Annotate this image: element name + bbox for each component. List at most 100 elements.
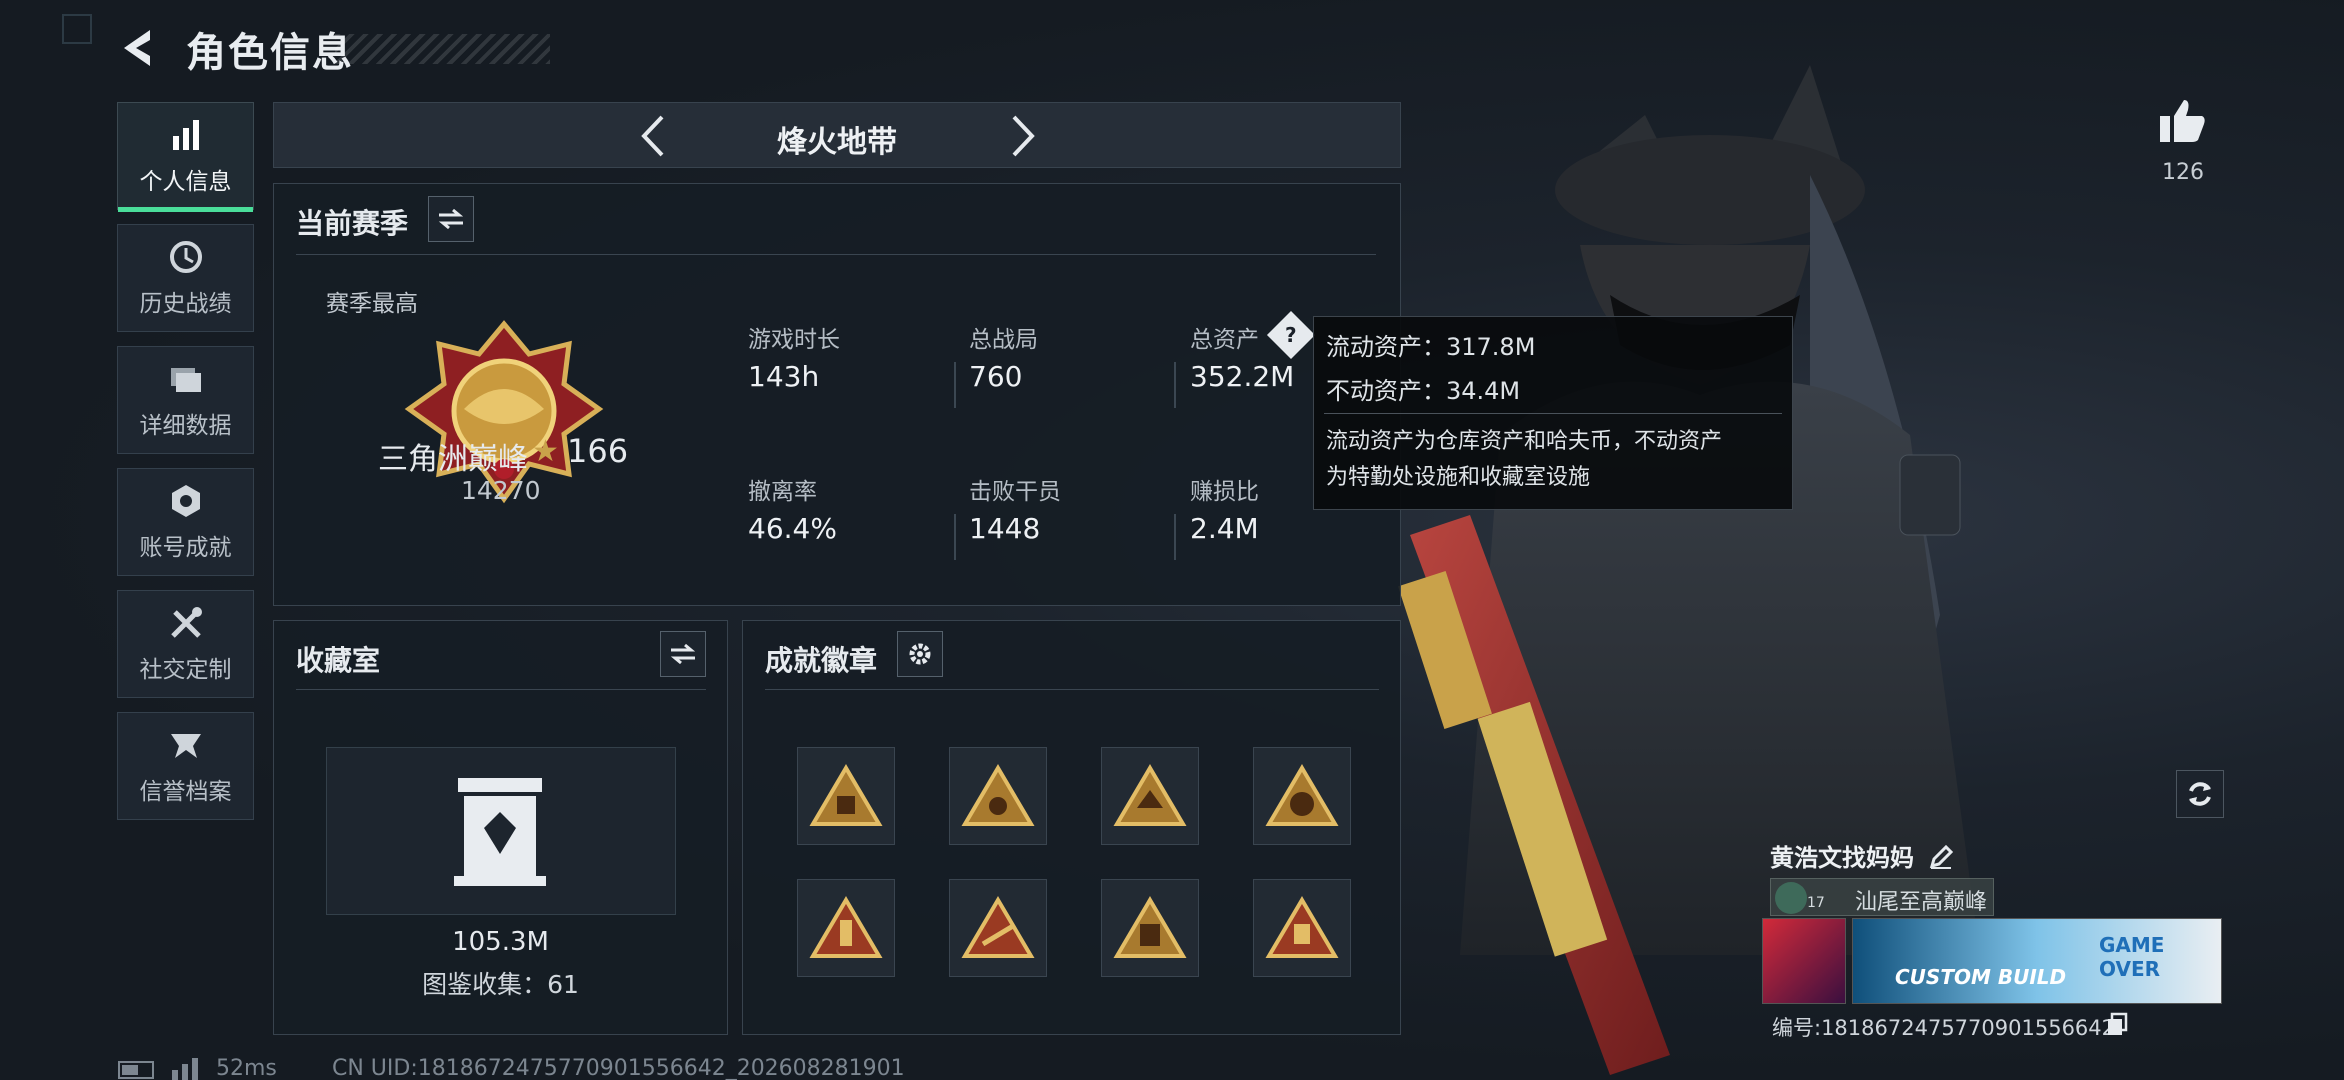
collection-panel: 收藏室 105.3M 图鉴收集：61 (273, 620, 728, 1035)
tooltip-fixed: 不动资产：34.4M (1326, 377, 1521, 405)
tooltip-liquid: 流动资产：317.8M (1326, 333, 1536, 361)
achievement-badge[interactable] (949, 879, 1047, 977)
sidebar-item-personal-info[interactable]: 个人信息 (117, 102, 254, 212)
star-icon: ★ (532, 434, 559, 469)
achievement-badge[interactable] (949, 747, 1047, 845)
sidebar-item-label: 信誉档案 (139, 779, 232, 805)
tooltip-note: 流动资产为仓库资产和哈夫币，不动资产 (1326, 429, 1723, 454)
refresh-icon (2189, 782, 2211, 806)
badge-icon (809, 896, 883, 958)
tag-emblem-icon (1775, 882, 1807, 914)
collection-value: 105.3M (452, 927, 549, 957)
switch-collection-button[interactable] (660, 631, 706, 677)
swap-icon (670, 643, 696, 665)
corner-decoration (62, 14, 92, 44)
tag-level: 17 (1807, 895, 1825, 911)
signal-icon (172, 1058, 198, 1080)
history-clock-icon (169, 241, 202, 273)
copy-icon[interactable] (2106, 1012, 2128, 1036)
badge-icon (1113, 764, 1187, 826)
chevron-right-icon[interactable] (1002, 113, 1042, 159)
collection-title: 收藏室 (296, 644, 381, 677)
stat-value: 46.4% (748, 512, 837, 545)
badge-icon (1265, 764, 1339, 826)
stat-value: 1448 (969, 512, 1041, 545)
player-id: 编号:1818672475770901556642 (1772, 1016, 2116, 1040)
divider (954, 362, 956, 408)
achievements-settings-button[interactable] (897, 631, 943, 677)
avatar[interactable] (1762, 918, 1846, 1004)
vault-icon (454, 778, 546, 886)
sidebar-item-label: 账号成就 (139, 535, 232, 561)
stat-value: 760 (969, 360, 1023, 393)
divider (1174, 362, 1176, 408)
achievement-badge[interactable] (1253, 747, 1351, 845)
badge-icon (961, 896, 1035, 958)
tools-icon (170, 607, 202, 638)
divider (954, 514, 956, 560)
stat-label: 击败干员 (969, 479, 1061, 505)
divider (296, 689, 706, 690)
divider (1174, 514, 1176, 560)
rotate-button[interactable] (2176, 770, 2224, 818)
help-icon[interactable]: ? (1266, 310, 1316, 360)
bar-chart-icon (172, 120, 199, 150)
sidebar-item-credit[interactable]: 信誉档案 (117, 712, 254, 820)
achievements-title: 成就徽章 (765, 644, 878, 677)
stat-value: 352.2M (1190, 360, 1295, 393)
battery-icon (118, 1061, 154, 1079)
folder-icon (170, 368, 201, 392)
achievements-panel: 成就徽章 (742, 620, 1401, 1035)
player-tag: 17 汕尾至高巅峰 (1770, 878, 1994, 916)
player-name: 黄浩文找妈妈 (1770, 844, 1914, 872)
catalog-count: 图鉴收集：61 (422, 970, 579, 999)
like-count: 126 (2162, 160, 2204, 185)
rank-name: 三角洲巅峰 (378, 442, 528, 477)
tooltip-note: 为特勤处设施和收藏室设施 (1326, 465, 1591, 490)
switch-season-button[interactable] (428, 196, 474, 242)
mode-selector: 烽火地带 (273, 102, 1401, 168)
season-panel: 当前赛季 赛季最高 三角洲巅峰 ★ 166 14270 游戏时长 143h 总战… (273, 183, 1401, 606)
stat-value: 2.4M (1190, 512, 1259, 545)
achievement-badge[interactable] (797, 879, 895, 977)
achievement-badge[interactable] (1101, 747, 1199, 845)
badge-icon (809, 764, 883, 826)
sidebar-item-label: 详细数据 (139, 413, 232, 439)
sidebar-item-social[interactable]: 社交定制 (117, 590, 254, 698)
gear-icon (909, 643, 931, 665)
sidebar-item-achievements[interactable]: 账号成就 (117, 468, 254, 576)
stat-label: 总战局 (969, 327, 1038, 353)
swap-icon (438, 208, 464, 230)
stat-label: 游戏时长 (748, 327, 840, 353)
sidebar-item-history[interactable]: 历史战绩 (117, 224, 254, 332)
stat-label: 总资产 (1190, 327, 1259, 353)
stat-label: 撤离率 (748, 479, 817, 505)
divider (765, 689, 1379, 690)
rank-score: 14270 (461, 476, 541, 505)
sidebar-item-details[interactable]: 详细数据 (117, 346, 254, 454)
sidebar-item-label: 历史战绩 (139, 291, 232, 317)
achievement-icon (171, 485, 200, 517)
title-decoration (335, 34, 550, 64)
sidebar-item-label: 个人信息 (139, 169, 232, 195)
collection-preview[interactable] (326, 747, 676, 915)
banner-text: CUSTOM BUILD (1895, 965, 2067, 989)
achievement-badge[interactable] (1101, 879, 1199, 977)
stat-label: 赚损比 (1190, 479, 1259, 505)
divider (296, 254, 1376, 255)
thumbs-up-icon[interactable] (2158, 98, 2206, 144)
badge-icon (1265, 896, 1339, 958)
mode-label: 烽火地带 (777, 125, 897, 160)
rank-stars: 166 (567, 432, 629, 470)
edit-icon[interactable] (1928, 844, 1954, 870)
achievement-badge[interactable] (797, 747, 895, 845)
achievement-badge[interactable] (1253, 879, 1351, 977)
assets-tooltip: 流动资产：317.8M 不动资产：34.4M 流动资产为仓库资产和哈夫币，不动资… (1313, 316, 1793, 510)
stat-value: 143h (748, 360, 820, 393)
banner-text: GAME OVER (2099, 933, 2165, 981)
player-banner[interactable]: CUSTOM BUILD GAME OVER (1852, 918, 2222, 1004)
sidebar-item-label: 社交定制 (139, 657, 232, 683)
badge-icon (961, 764, 1035, 826)
back-arrow-icon[interactable] (118, 26, 158, 70)
season-title: 当前赛季 (296, 207, 409, 240)
